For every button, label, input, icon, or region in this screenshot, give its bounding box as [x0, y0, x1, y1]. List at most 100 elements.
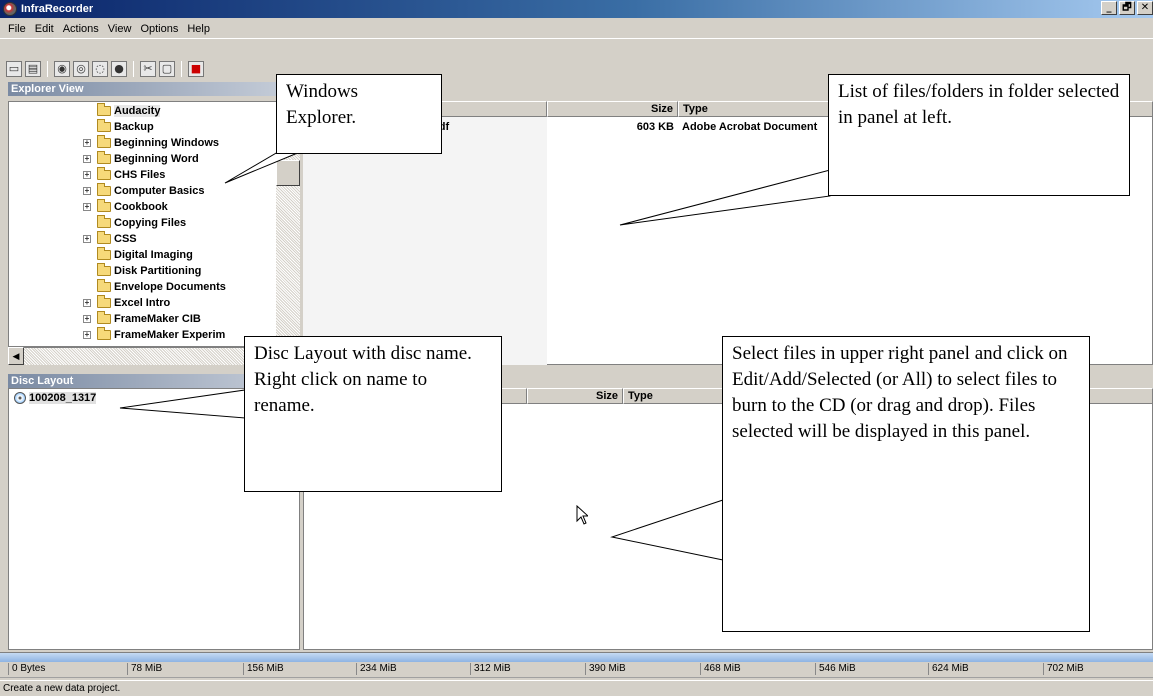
tools-icon[interactable]: ✂ — [140, 61, 156, 77]
folder-icon — [97, 263, 111, 276]
col-size-header[interactable]: Size — [547, 101, 678, 117]
menu-options[interactable]: Options — [140, 23, 178, 35]
size-tick: 156 MiB — [243, 663, 284, 675]
mouse-cursor-icon — [576, 505, 588, 525]
folder-icon — [97, 231, 111, 244]
open-project-icon[interactable]: ▤ — [25, 61, 41, 77]
expand-icon[interactable]: + — [83, 139, 91, 147]
tree-folder-item[interactable]: Envelope Documents — [89, 279, 226, 295]
tree-folder-item[interactable]: Digital Imaging — [89, 247, 193, 263]
menu-file[interactable]: File — [8, 23, 26, 35]
toolbar-separator — [133, 61, 134, 77]
tree-folder-item[interactable]: + FrameMaker Experim — [83, 327, 226, 343]
expand-icon[interactable]: + — [83, 331, 91, 339]
callout-explorer: Windows Explorer. — [276, 74, 442, 154]
explorer-tree[interactable]: Audacity Backup + Beginning Windows + Beginni… — [8, 101, 300, 347]
tree-folder-label: Digital Imaging — [114, 249, 193, 261]
disc-info-icon[interactable]: ▢ — [159, 61, 175, 77]
tree-folder-label: Disk Partitioning — [114, 265, 202, 277]
menu-actions[interactable]: Actions — [63, 23, 99, 35]
callout-disc-layout: Disc Layout with disc name. Right click … — [244, 336, 502, 492]
tree-folder-item[interactable]: + CHS Files — [83, 167, 166, 183]
copy-disc-icon[interactable]: ◎ — [73, 61, 89, 77]
expand-icon[interactable]: + — [83, 155, 91, 163]
folder-icon — [97, 183, 111, 196]
folder-icon — [97, 279, 111, 292]
disc-name[interactable]: 100208_1317 — [29, 392, 97, 404]
tree-folder-label: Backup — [114, 121, 154, 133]
menu-help[interactable]: Help — [187, 23, 210, 35]
menu-bar: File Edit Actions View Options Help — [0, 19, 1153, 39]
burn-image-icon[interactable]: ◉ — [54, 61, 70, 77]
minimize-button[interactable]: _ — [1101, 1, 1117, 15]
tree-folder-item[interactable]: + Beginning Word — [83, 151, 199, 167]
folder-icon — [97, 135, 111, 148]
expand-icon[interactable]: + — [83, 203, 91, 211]
expand-icon[interactable]: + — [83, 187, 91, 195]
tree-folder-label: FrameMaker CIB — [114, 313, 201, 325]
size-tick: 0 Bytes — [8, 663, 45, 675]
tree-folder-label: Cookbook — [114, 201, 168, 213]
callout-select-files: Select files in upper right panel and cl… — [722, 336, 1090, 632]
name-column-shading — [303, 117, 547, 365]
erase-disc-icon[interactable]: ● — [111, 61, 127, 77]
folder-icon — [97, 311, 111, 324]
folder-icon — [97, 119, 111, 132]
toolbar-separator — [47, 61, 48, 77]
copy-image-icon[interactable]: ◌ — [92, 61, 108, 77]
folder-icon — [97, 295, 111, 308]
disc-size-scale: 0 Bytes 78 MiB 156 MiB 234 MiB 312 MiB 3… — [0, 662, 1153, 678]
maximize-button[interactable]: 🗗 — [1119, 1, 1135, 15]
disc-col-size-header[interactable]: Size — [527, 388, 623, 404]
tree-folder-label: FrameMaker Experim — [114, 329, 226, 341]
exit-icon[interactable]: ■ — [188, 61, 204, 77]
new-project-icon[interactable]: ▭ — [6, 61, 22, 77]
callout-file-list: List of files/folders in folder selected… — [828, 74, 1130, 196]
expand-icon[interactable]: + — [83, 299, 91, 307]
disc-icon — [14, 392, 26, 405]
scroll-left-arrow-icon[interactable]: ◀ — [8, 347, 24, 365]
tree-folder-item[interactable]: + CSS — [83, 231, 137, 247]
expand-icon[interactable]: + — [83, 235, 91, 243]
tree-folder-item[interactable]: + FrameMaker CIB — [83, 311, 201, 327]
size-tick: 312 MiB — [470, 663, 511, 675]
disc-node[interactable]: 100208_1317 — [14, 392, 97, 405]
tree-folder-label: Beginning Windows — [114, 137, 219, 149]
status-bar: Create a new data project. — [0, 680, 1153, 696]
size-tick: 702 MiB — [1043, 663, 1084, 675]
folder-icon — [97, 151, 111, 164]
size-tick: 78 MiB — [127, 663, 162, 675]
folder-icon — [97, 247, 111, 260]
file-type-cell: Adobe Acrobat Document — [682, 121, 818, 133]
tree-scroll-thumb[interactable] — [276, 160, 300, 186]
explorer-panel-header: Explorer View — [8, 82, 300, 96]
tree-folder-item[interactable]: Disk Partitioning — [89, 263, 201, 279]
expand-icon[interactable]: + — [83, 171, 91, 179]
toolbar-separator — [181, 61, 182, 77]
tree-folder-label: CHS Files — [114, 169, 166, 181]
menu-view[interactable]: View — [108, 23, 132, 35]
folder-icon — [97, 103, 111, 116]
tree-folder-label: Envelope Documents — [114, 281, 226, 293]
tree-folder-item[interactable]: + Beginning Windows — [83, 135, 219, 151]
size-tick: 624 MiB — [928, 663, 969, 675]
size-tick: 546 MiB — [815, 663, 856, 675]
folder-icon — [97, 167, 111, 180]
expand-icon[interactable]: + — [83, 315, 91, 323]
folder-icon — [97, 215, 111, 228]
disc-size-bar — [0, 652, 1153, 662]
folder-icon — [97, 199, 111, 212]
close-button[interactable]: ✕ — [1137, 1, 1153, 15]
size-tick: 468 MiB — [700, 663, 741, 675]
tree-folder-label: Excel Intro — [114, 297, 171, 309]
size-tick: 234 MiB — [356, 663, 397, 675]
tree-folder-item[interactable]: Copying Files — [89, 215, 186, 231]
tree-folder-item[interactable]: Audacity — [89, 103, 161, 119]
tree-folder-label: Copying Files — [114, 217, 187, 229]
tree-folder-item[interactable]: Backup — [89, 119, 154, 135]
tree-folder-item[interactable]: + Excel Intro — [83, 295, 171, 311]
menu-edit[interactable]: Edit — [35, 23, 54, 35]
window-title: InfraRecorder — [21, 3, 94, 15]
tree-folder-item[interactable]: + Computer Basics — [83, 183, 204, 199]
tree-folder-item[interactable]: + Cookbook — [83, 199, 168, 215]
